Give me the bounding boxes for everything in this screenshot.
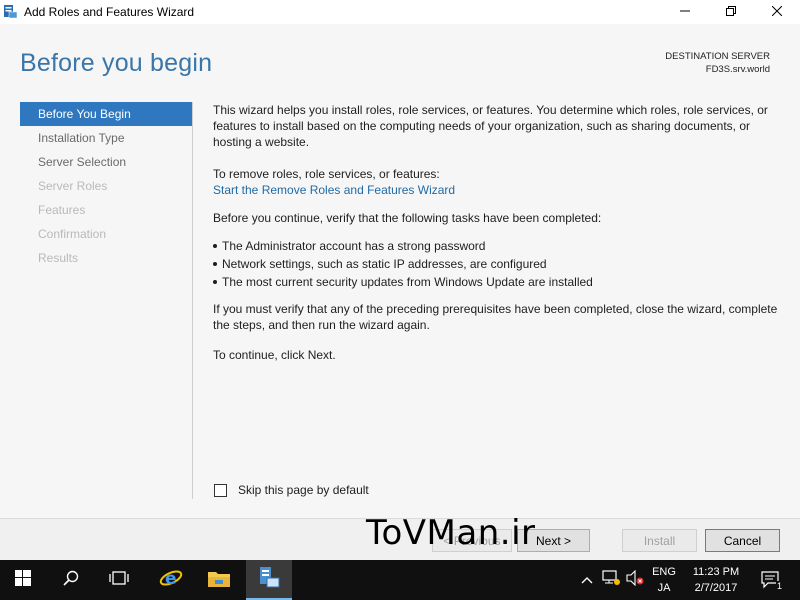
action-center-button[interactable]: 1 xyxy=(754,560,788,600)
clock-date: 2/7/2017 xyxy=(694,582,738,594)
clock[interactable]: 11:23 PM 2/7/2017 xyxy=(684,564,748,596)
remove-label: To remove roles, role services, or featu… xyxy=(213,167,440,181)
search-icon xyxy=(63,570,79,591)
skip-page-label: Skip this page by default xyxy=(238,483,369,497)
nav-item-server-roles: Server Roles xyxy=(38,179,108,193)
restore-button[interactable] xyxy=(708,0,754,24)
nav-item-confirmation: Confirmation xyxy=(38,227,107,241)
taskbar: e ENG JA 11:23 PM 2/7/2017 1 xyxy=(0,560,800,600)
close-icon xyxy=(771,5,783,19)
start-button[interactable] xyxy=(0,560,46,600)
server-manager-icon xyxy=(3,4,18,19)
task-view-button[interactable] xyxy=(96,560,142,600)
notification-icon: 1 xyxy=(761,571,783,591)
list-item: The Administrator account has a strong p… xyxy=(213,237,783,255)
wizard-body: Before you begin DESTINATION SERVER FD3S… xyxy=(0,24,800,518)
volume-muted-icon xyxy=(626,569,644,591)
verify-text: Before you continue, verify that the fol… xyxy=(213,211,602,225)
search-button[interactable] xyxy=(48,560,94,600)
nav-item-before-you-begin[interactable]: Before You Begin xyxy=(20,102,192,126)
window-titlebar: Add Roles and Features Wizard xyxy=(0,0,800,24)
remove-wizard-link[interactable]: Start the Remove Roles and Features Wiza… xyxy=(213,182,783,198)
prerequisite-list: The Administrator account has a strong p… xyxy=(213,237,783,291)
skip-page-option[interactable]: Skip this page by default xyxy=(214,483,369,497)
minimize-button[interactable] xyxy=(662,0,708,24)
cancel-button[interactable]: Cancel xyxy=(705,529,780,552)
minimize-icon xyxy=(680,5,690,19)
list-item: Network settings, such as static IP addr… xyxy=(213,255,783,273)
show-hidden-icons-button[interactable] xyxy=(576,560,598,600)
continue-text: To continue, click Next. xyxy=(213,348,336,362)
internet-explorer-icon: e xyxy=(159,566,183,595)
window-title: Add Roles and Features Wizard xyxy=(24,5,195,19)
close-button[interactable] xyxy=(754,0,800,24)
nav-divider xyxy=(192,102,193,499)
internet-explorer-button[interactable]: e xyxy=(148,560,194,600)
wizard-nav: Before You Begin Installation Type Serve… xyxy=(20,102,192,270)
svg-text:e: e xyxy=(165,569,177,589)
network-icon xyxy=(602,569,620,591)
keyboard-code: JA xyxy=(657,582,671,594)
file-explorer-button[interactable] xyxy=(196,560,242,600)
server-manager-icon xyxy=(257,565,281,594)
destination-server: DESTINATION SERVER FD3S.srv.world xyxy=(665,50,770,76)
nav-item-installation-type[interactable]: Installation Type xyxy=(20,126,192,150)
file-explorer-icon xyxy=(207,568,231,593)
watermark-text: ToVMan.ir xyxy=(366,513,536,553)
destination-value: FD3S.srv.world xyxy=(705,64,770,75)
nav-item-server-selection[interactable]: Server Selection xyxy=(20,150,192,174)
intro-text: This wizard helps you install roles, rol… xyxy=(213,103,768,149)
language-code: ENG xyxy=(652,566,676,578)
list-item: The most current security updates from W… xyxy=(213,273,783,291)
skip-page-checkbox[interactable] xyxy=(214,483,227,497)
nav-item-features: Features xyxy=(38,203,86,217)
server-manager-button[interactable] xyxy=(246,560,292,600)
prereq-text: If you must verify that any of the prece… xyxy=(213,302,778,332)
chevron-up-icon xyxy=(581,571,593,589)
start-icon xyxy=(15,569,31,591)
install-button[interactable]: Install xyxy=(622,529,697,552)
task-view-icon xyxy=(109,570,129,591)
wizard-content: This wizard helps you install roles, rol… xyxy=(213,102,783,363)
clock-time: 11:23 PM xyxy=(692,566,740,578)
notification-count: 1 xyxy=(775,581,783,591)
destination-label: DESTINATION SERVER xyxy=(665,51,770,62)
network-button[interactable] xyxy=(600,560,622,600)
input-language-indicator[interactable]: ENG JA xyxy=(650,564,678,596)
page-title: Before you begin xyxy=(20,49,213,77)
restore-icon xyxy=(726,5,736,19)
volume-button[interactable] xyxy=(624,560,646,600)
nav-item-results: Results xyxy=(38,251,79,265)
